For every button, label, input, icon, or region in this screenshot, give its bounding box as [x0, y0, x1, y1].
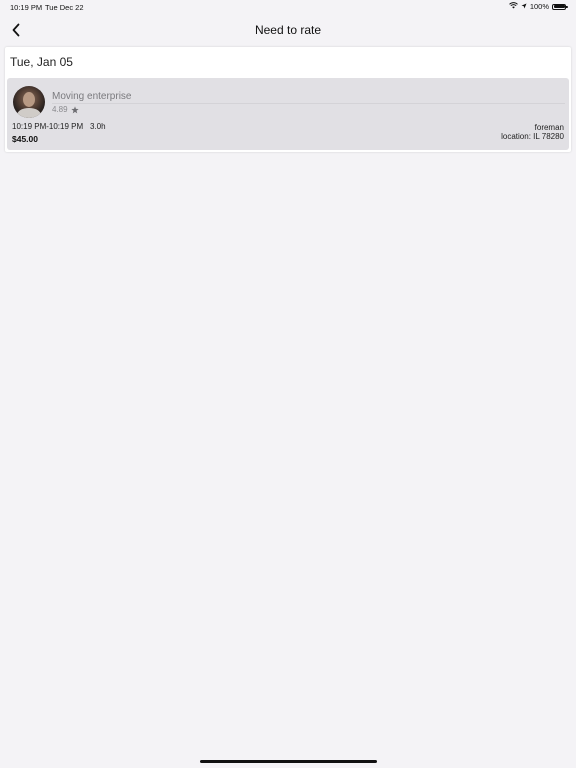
battery-icon [552, 3, 568, 10]
navigation-bar: Need to rate [0, 14, 576, 46]
job-price: $45.00 [12, 134, 38, 144]
avatar-face [23, 92, 35, 107]
wifi-icon [508, 2, 518, 11]
divider [52, 103, 565, 104]
job-role: foreman [534, 123, 564, 132]
page-title: Need to rate [254, 23, 322, 37]
section-date-header: Tue, Jan 05 [10, 55, 73, 69]
job-duration: 3.0h [90, 122, 106, 131]
location-arrow-icon [521, 2, 527, 11]
job-card[interactable]: Moving enterprise 4.89 10:19 PM-10:19 PM… [7, 78, 569, 150]
status-bar: 10:19 PM Tue Dec 22 100% [0, 0, 576, 14]
battery-percent: 100% [529, 2, 549, 11]
rating-value: 4.89 [52, 105, 68, 114]
company-name: Moving enterprise [52, 91, 132, 102]
status-indicators: 100% [508, 2, 568, 11]
battery-fill [553, 5, 565, 8]
jobs-panel: Tue, Jan 05 Moving enterprise 4.89 10:19… [5, 47, 571, 152]
status-date: Tue Dec 22 [45, 3, 84, 12]
status-time: 10:19 PM [10, 3, 43, 12]
avatar [13, 86, 45, 118]
avatar-body [17, 108, 41, 118]
job-location: location: IL 78280 [501, 132, 564, 141]
rating: 4.89 [52, 105, 79, 114]
home-indicator[interactable] [200, 760, 377, 763]
star-icon [70, 105, 79, 113]
job-time-range: 10:19 PM-10:19 PM [12, 122, 84, 131]
